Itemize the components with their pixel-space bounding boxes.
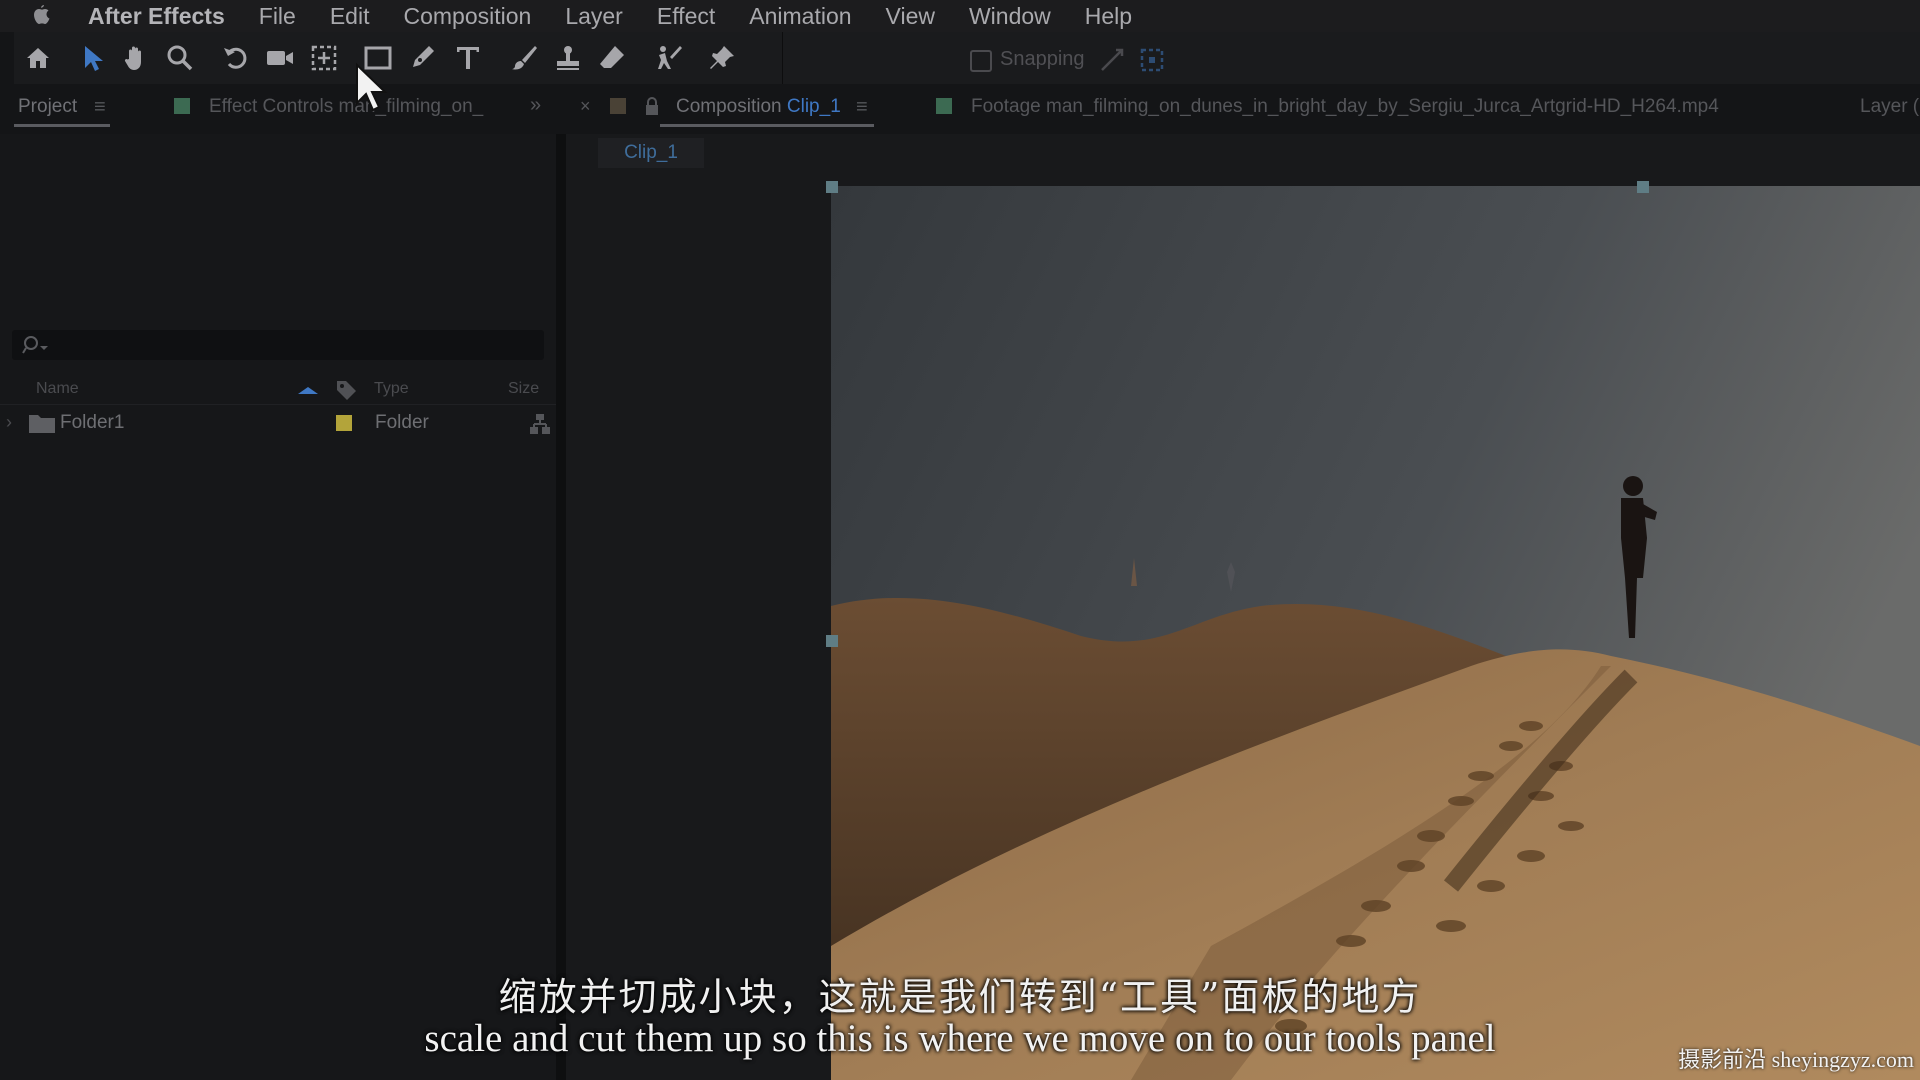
project-search-input[interactable]	[12, 330, 544, 360]
zoom-tool-icon[interactable]	[162, 40, 198, 76]
snap-edges-icon[interactable]	[1098, 46, 1126, 74]
menu-edit[interactable]: Edit	[330, 3, 370, 30]
comp-label-icon	[610, 98, 626, 114]
tab-project[interactable]: Project	[18, 96, 77, 118]
search-icon	[22, 336, 48, 354]
comp-navigator-tab[interactable]: Clip_1	[598, 138, 704, 168]
tab-composition[interactable]: Composition Clip_1	[676, 96, 841, 118]
tab-footage[interactable]: Footage man_filming_on_dunes_in_bright_d…	[971, 96, 1719, 118]
subtitle-english: scale and cut them up so this is where w…	[424, 1017, 1496, 1060]
footage-label-icon	[936, 98, 952, 114]
column-header-size[interactable]: Size	[508, 380, 539, 398]
hand-tool-icon[interactable]	[118, 40, 154, 76]
menu-effect[interactable]: Effect	[657, 3, 715, 30]
project-panel-menu-icon[interactable]: ≡	[94, 96, 106, 119]
snapping-checkbox[interactable]	[970, 50, 992, 72]
label-tag-icon[interactable]	[334, 378, 358, 402]
project-item-name: Folder1	[60, 412, 125, 433]
panel-overflow-icon[interactable]: »	[530, 94, 541, 117]
pen-tool-icon[interactable]	[404, 40, 440, 76]
layer-handle-top-middle[interactable]	[1637, 181, 1649, 193]
pan-behind-tool-icon[interactable]	[306, 40, 342, 76]
project-tab-underline	[14, 124, 110, 127]
menu-composition[interactable]: Composition	[403, 3, 531, 30]
panel-gutter[interactable]	[556, 134, 566, 1080]
tools-panel	[0, 32, 1920, 84]
selection-tool-icon[interactable]	[74, 40, 110, 76]
desert-footage-frame	[831, 186, 1920, 1080]
close-comp-tab-icon[interactable]: ×	[580, 96, 591, 117]
folder-icon	[29, 415, 55, 433]
comp-panel-menu-icon[interactable]: ≡	[856, 96, 868, 119]
project-item-label-color[interactable]	[336, 415, 352, 431]
lock-icon[interactable]	[644, 96, 660, 116]
eraser-tool-icon[interactable]	[594, 40, 630, 76]
camera-tool-icon[interactable]	[262, 40, 298, 76]
layer-handle-top-left[interactable]	[826, 181, 838, 193]
roto-brush-tool-icon[interactable]	[650, 40, 686, 76]
app-menu[interactable]: After Effects	[88, 3, 225, 30]
composition-viewer[interactable]	[831, 186, 1920, 1080]
puppet-pin-tool-icon[interactable]	[704, 40, 740, 76]
menu-bar: After Effects File Edit Composition Laye…	[0, 0, 1920, 32]
effect-controls-label-icon	[174, 98, 190, 114]
menu-view[interactable]: View	[886, 3, 935, 30]
comp-tab-prefix: Composition	[676, 96, 782, 117]
comp-tab-underline	[660, 124, 874, 127]
comp-tab-name: Clip_1	[786, 96, 841, 117]
subtitle-chinese: 缩放并切成小块，这就是我们转到“工具”面板的地方	[498, 975, 1422, 1019]
menu-animation[interactable]: Animation	[749, 3, 851, 30]
tab-layer[interactable]: Layer (	[1860, 96, 1919, 118]
menu-file[interactable]: File	[259, 3, 296, 30]
project-panel	[0, 134, 556, 1080]
tools-separator	[782, 32, 783, 84]
column-header-type[interactable]: Type	[374, 380, 409, 398]
watermark: 摄影前沿 sheyingzyz.com	[1678, 1047, 1914, 1072]
menu-layer[interactable]: Layer	[565, 3, 623, 30]
column-header-divider	[0, 404, 556, 405]
rotation-tool-icon[interactable]	[218, 40, 254, 76]
project-item-type: Folder	[375, 412, 429, 433]
snapping-label: Snapping	[1000, 48, 1085, 70]
snap-features-icon[interactable]	[1138, 46, 1166, 74]
flowchart-icon[interactable]	[528, 412, 552, 436]
brush-tool-icon[interactable]	[506, 40, 542, 76]
expand-chevron-icon[interactable]: ›	[6, 412, 12, 433]
home-icon[interactable]	[20, 40, 56, 76]
layer-handle-middle-left[interactable]	[826, 635, 838, 647]
column-header-name[interactable]: Name	[36, 380, 79, 398]
clone-stamp-tool-icon[interactable]	[550, 40, 586, 76]
menu-window[interactable]: Window	[969, 3, 1051, 30]
menu-help[interactable]: Help	[1085, 3, 1132, 30]
sort-ascending-icon[interactable]	[296, 384, 320, 396]
tab-effect-controls[interactable]: Effect Controls man_filming_on_	[209, 96, 483, 118]
apple-menu-icon[interactable]	[28, 3, 54, 29]
type-tool-icon[interactable]	[450, 40, 486, 76]
tools-grip[interactable]	[0, 32, 14, 84]
mouse-cursor-icon	[356, 62, 388, 112]
